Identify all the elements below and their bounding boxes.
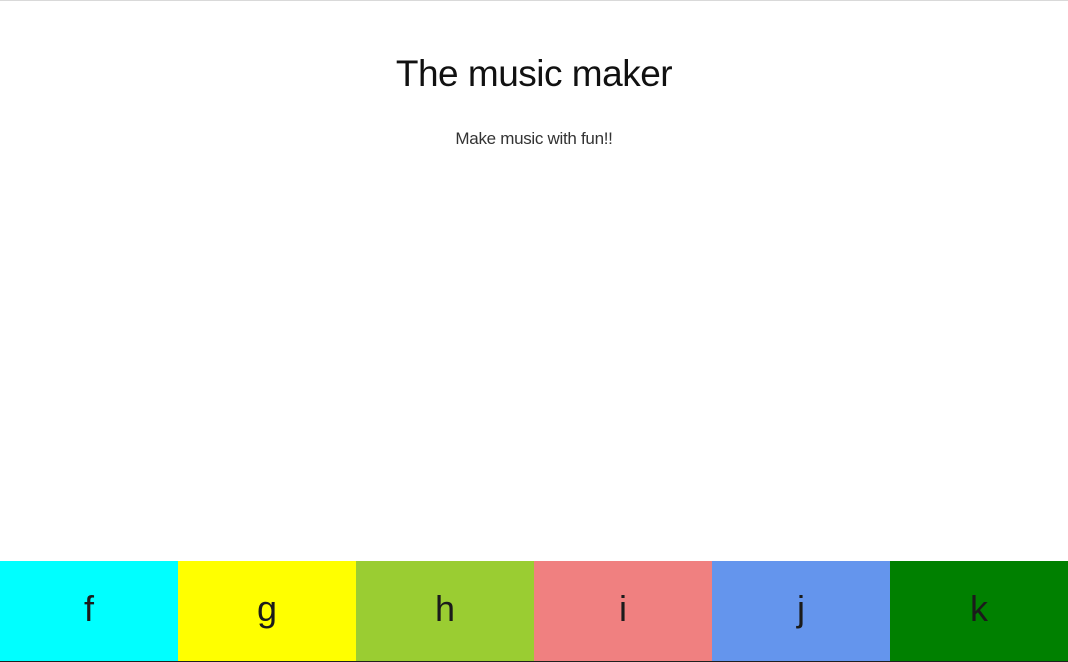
drum-key-label: j <box>797 588 805 629</box>
drum-keys: f g h i j k <box>0 561 1068 662</box>
drum-key-label: i <box>619 588 627 629</box>
drum-key-label: f <box>83 588 94 629</box>
drum-key-j[interactable]: j <box>712 561 890 661</box>
drum-key-f[interactable]: f <box>0 561 178 661</box>
page-title: The music maker <box>395 53 673 94</box>
drum-key-label: h <box>434 588 456 629</box>
page-subtitle: Make music with fun!! <box>455 129 613 148</box>
drum-key-k[interactable]: k <box>890 561 1068 661</box>
drum-key-g[interactable]: g <box>178 561 356 661</box>
drum-key-i[interactable]: i <box>534 561 712 661</box>
top-border <box>0 0 1068 1</box>
drum-key-label: g <box>256 588 278 629</box>
drum-key-label: k <box>970 588 988 629</box>
drum-key-h[interactable]: h <box>356 561 534 661</box>
